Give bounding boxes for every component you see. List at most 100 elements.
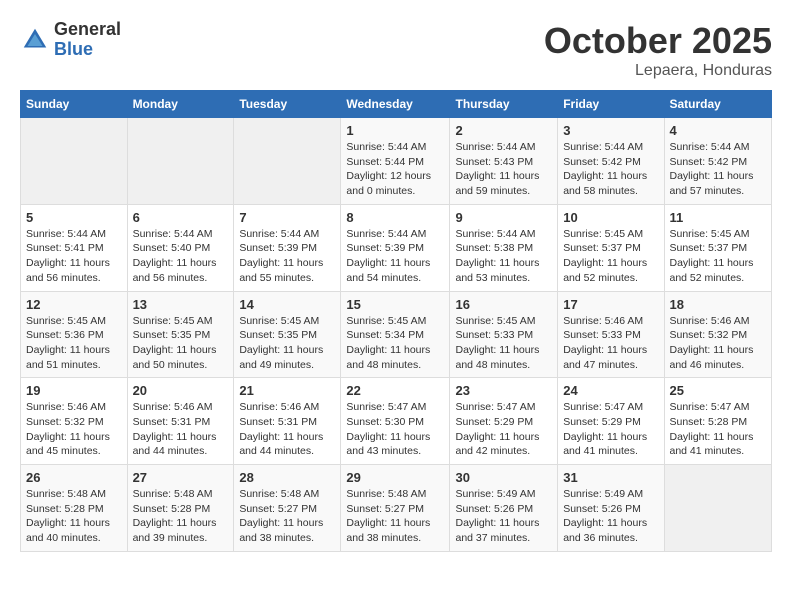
calendar-cell: [127, 118, 234, 205]
logo-general: General: [54, 20, 121, 40]
location-subtitle: Lepaera, Honduras: [544, 62, 772, 80]
calendar-cell: 20Sunrise: 5:46 AM Sunset: 5:31 PM Dayli…: [127, 378, 234, 465]
day-info: Sunrise: 5:45 AM Sunset: 5:35 PM Dayligh…: [239, 314, 335, 373]
calendar-cell: [21, 118, 128, 205]
calendar-cell: 28Sunrise: 5:48 AM Sunset: 5:27 PM Dayli…: [234, 465, 341, 552]
day-number: 29: [346, 470, 444, 485]
day-number: 18: [670, 297, 767, 312]
day-info: Sunrise: 5:44 AM Sunset: 5:42 PM Dayligh…: [563, 140, 658, 199]
header-row: SundayMondayTuesdayWednesdayThursdayFrid…: [21, 91, 772, 118]
day-number: 8: [346, 210, 444, 225]
calendar-cell: 11Sunrise: 5:45 AM Sunset: 5:37 PM Dayli…: [664, 204, 772, 291]
day-info: Sunrise: 5:49 AM Sunset: 5:26 PM Dayligh…: [563, 487, 658, 546]
day-number: 4: [670, 123, 767, 138]
calendar-cell: 24Sunrise: 5:47 AM Sunset: 5:29 PM Dayli…: [558, 378, 664, 465]
day-info: Sunrise: 5:45 AM Sunset: 5:33 PM Dayligh…: [455, 314, 552, 373]
day-number: 1: [346, 123, 444, 138]
calendar-cell: 29 Sunrise: 5:48 AM Sunset: 5:27 PM Dayli…: [341, 465, 450, 552]
day-info: Sunrise: 5:44 AM Sunset: 5:44 PM Dayligh…: [346, 140, 444, 199]
calendar-cell: 17 Sunrise: 5:46 AM Sunset: 5:33 PM Dayli…: [558, 291, 664, 378]
calendar-cell: 23Sunrise: 5:47 AM Sunset: 5:29 PM Dayli…: [450, 378, 558, 465]
day-info: Sunrise: 5:46 AM Sunset: 5:31 PM Dayligh…: [239, 400, 335, 459]
day-info: Sunrise: 5:46 AM Sunset: 5:31 PM Dayligh…: [133, 400, 229, 459]
day-info: Sunrise: 5:44 AM Sunset: 5:42 PM Dayligh…: [670, 140, 767, 199]
calendar-body: 1 Sunrise: 5:44 AM Sunset: 5:44 PM Daylig…: [21, 118, 772, 552]
calendar-week-2: 5 Sunrise: 5:44 AM Sunset: 5:41 PM Daylig…: [21, 204, 772, 291]
day-number: 23: [455, 383, 552, 398]
calendar-cell: 3 Sunrise: 5:44 AM Sunset: 5:42 PM Daylig…: [558, 118, 664, 205]
day-info: Sunrise: 5:44 AM Sunset: 5:40 PM Dayligh…: [133, 227, 229, 286]
day-info: Sunrise: 5:46 AM Sunset: 5:32 PM Dayligh…: [26, 400, 122, 459]
calendar-header: SundayMondayTuesdayWednesdayThursdayFrid…: [21, 91, 772, 118]
calendar-week-5: 26 Sunrise: 5:48 AM Sunset: 5:28 PM Dayli…: [21, 465, 772, 552]
calendar-cell: 21 Sunrise: 5:46 AM Sunset: 5:31 PM Dayli…: [234, 378, 341, 465]
calendar-cell: 4 Sunrise: 5:44 AM Sunset: 5:42 PM Daylig…: [664, 118, 772, 205]
calendar-cell: 19 Sunrise: 5:46 AM Sunset: 5:32 PM Dayli…: [21, 378, 128, 465]
calendar-cell: 7Sunrise: 5:44 AM Sunset: 5:39 PM Daylig…: [234, 204, 341, 291]
title-block: October 2025 Lepaera, Honduras: [544, 20, 772, 80]
day-info: Sunrise: 5:45 AM Sunset: 5:34 PM Dayligh…: [346, 314, 444, 373]
day-info: Sunrise: 5:45 AM Sunset: 5:35 PM Dayligh…: [133, 314, 229, 373]
page-header: General Blue October 2025 Lepaera, Hondu…: [20, 20, 772, 80]
day-number: 9: [455, 210, 552, 225]
day-info: Sunrise: 5:44 AM Sunset: 5:41 PM Dayligh…: [26, 227, 122, 286]
calendar-cell: 16 Sunrise: 5:45 AM Sunset: 5:33 PM Dayli…: [450, 291, 558, 378]
column-header-tuesday: Tuesday: [234, 91, 341, 118]
day-number: 25: [670, 383, 767, 398]
day-number: 12: [26, 297, 122, 312]
calendar-cell: 18Sunrise: 5:46 AM Sunset: 5:32 PM Dayli…: [664, 291, 772, 378]
calendar-week-1: 1 Sunrise: 5:44 AM Sunset: 5:44 PM Daylig…: [21, 118, 772, 205]
day-number: 2: [455, 123, 552, 138]
calendar-cell: 30 Sunrise: 5:49 AM Sunset: 5:26 PM Dayli…: [450, 465, 558, 552]
calendar-cell: 15 Sunrise: 5:45 AM Sunset: 5:34 PM Dayli…: [341, 291, 450, 378]
calendar-cell: 9 Sunrise: 5:44 AM Sunset: 5:38 PM Daylig…: [450, 204, 558, 291]
calendar-cell: 12 Sunrise: 5:45 AM Sunset: 5:36 PM Dayli…: [21, 291, 128, 378]
day-number: 14: [239, 297, 335, 312]
logo-blue: Blue: [54, 40, 121, 60]
day-info: Sunrise: 5:47 AM Sunset: 5:29 PM Dayligh…: [563, 400, 658, 459]
calendar-week-4: 19 Sunrise: 5:46 AM Sunset: 5:32 PM Dayli…: [21, 378, 772, 465]
day-number: 16: [455, 297, 552, 312]
day-number: 6: [133, 210, 229, 225]
calendar-cell: 13Sunrise: 5:45 AM Sunset: 5:35 PM Dayli…: [127, 291, 234, 378]
day-number: 17: [563, 297, 658, 312]
calendar-week-3: 12 Sunrise: 5:45 AM Sunset: 5:36 PM Dayli…: [21, 291, 772, 378]
logo-icon: [20, 25, 50, 55]
day-number: 22: [346, 383, 444, 398]
column-header-sunday: Sunday: [21, 91, 128, 118]
day-info: Sunrise: 5:44 AM Sunset: 5:39 PM Dayligh…: [239, 227, 335, 286]
day-info: Sunrise: 5:44 AM Sunset: 5:39 PM Dayligh…: [346, 227, 444, 286]
calendar-cell: [664, 465, 772, 552]
day-info: Sunrise: 5:48 AM Sunset: 5:27 PM Dayligh…: [346, 487, 444, 546]
day-number: 3: [563, 123, 658, 138]
column-header-wednesday: Wednesday: [341, 91, 450, 118]
logo: General Blue: [20, 20, 121, 60]
calendar-cell: 27Sunrise: 5:48 AM Sunset: 5:28 PM Dayli…: [127, 465, 234, 552]
day-info: Sunrise: 5:44 AM Sunset: 5:43 PM Dayligh…: [455, 140, 552, 199]
day-number: 15: [346, 297, 444, 312]
day-number: 26: [26, 470, 122, 485]
day-number: 31: [563, 470, 658, 485]
day-number: 10: [563, 210, 658, 225]
day-info: Sunrise: 5:48 AM Sunset: 5:27 PM Dayligh…: [239, 487, 335, 546]
day-info: Sunrise: 5:48 AM Sunset: 5:28 PM Dayligh…: [26, 487, 122, 546]
column-header-thursday: Thursday: [450, 91, 558, 118]
day-number: 27: [133, 470, 229, 485]
day-info: Sunrise: 5:49 AM Sunset: 5:26 PM Dayligh…: [455, 487, 552, 546]
day-number: 21: [239, 383, 335, 398]
day-info: Sunrise: 5:45 AM Sunset: 5:36 PM Dayligh…: [26, 314, 122, 373]
calendar-cell: 14 Sunrise: 5:45 AM Sunset: 5:35 PM Dayli…: [234, 291, 341, 378]
day-number: 19: [26, 383, 122, 398]
day-number: 5: [26, 210, 122, 225]
day-info: Sunrise: 5:46 AM Sunset: 5:33 PM Dayligh…: [563, 314, 658, 373]
day-number: 30: [455, 470, 552, 485]
day-info: Sunrise: 5:45 AM Sunset: 5:37 PM Dayligh…: [563, 227, 658, 286]
calendar-table: SundayMondayTuesdayWednesdayThursdayFrid…: [20, 90, 772, 552]
calendar-cell: 5 Sunrise: 5:44 AM Sunset: 5:41 PM Daylig…: [21, 204, 128, 291]
calendar-cell: 31 Sunrise: 5:49 AM Sunset: 5:26 PM Dayli…: [558, 465, 664, 552]
calendar-cell: 8 Sunrise: 5:44 AM Sunset: 5:39 PM Daylig…: [341, 204, 450, 291]
calendar-cell: [234, 118, 341, 205]
logo-text: General Blue: [54, 20, 121, 60]
day-number: 11: [670, 210, 767, 225]
day-info: Sunrise: 5:44 AM Sunset: 5:38 PM Dayligh…: [455, 227, 552, 286]
